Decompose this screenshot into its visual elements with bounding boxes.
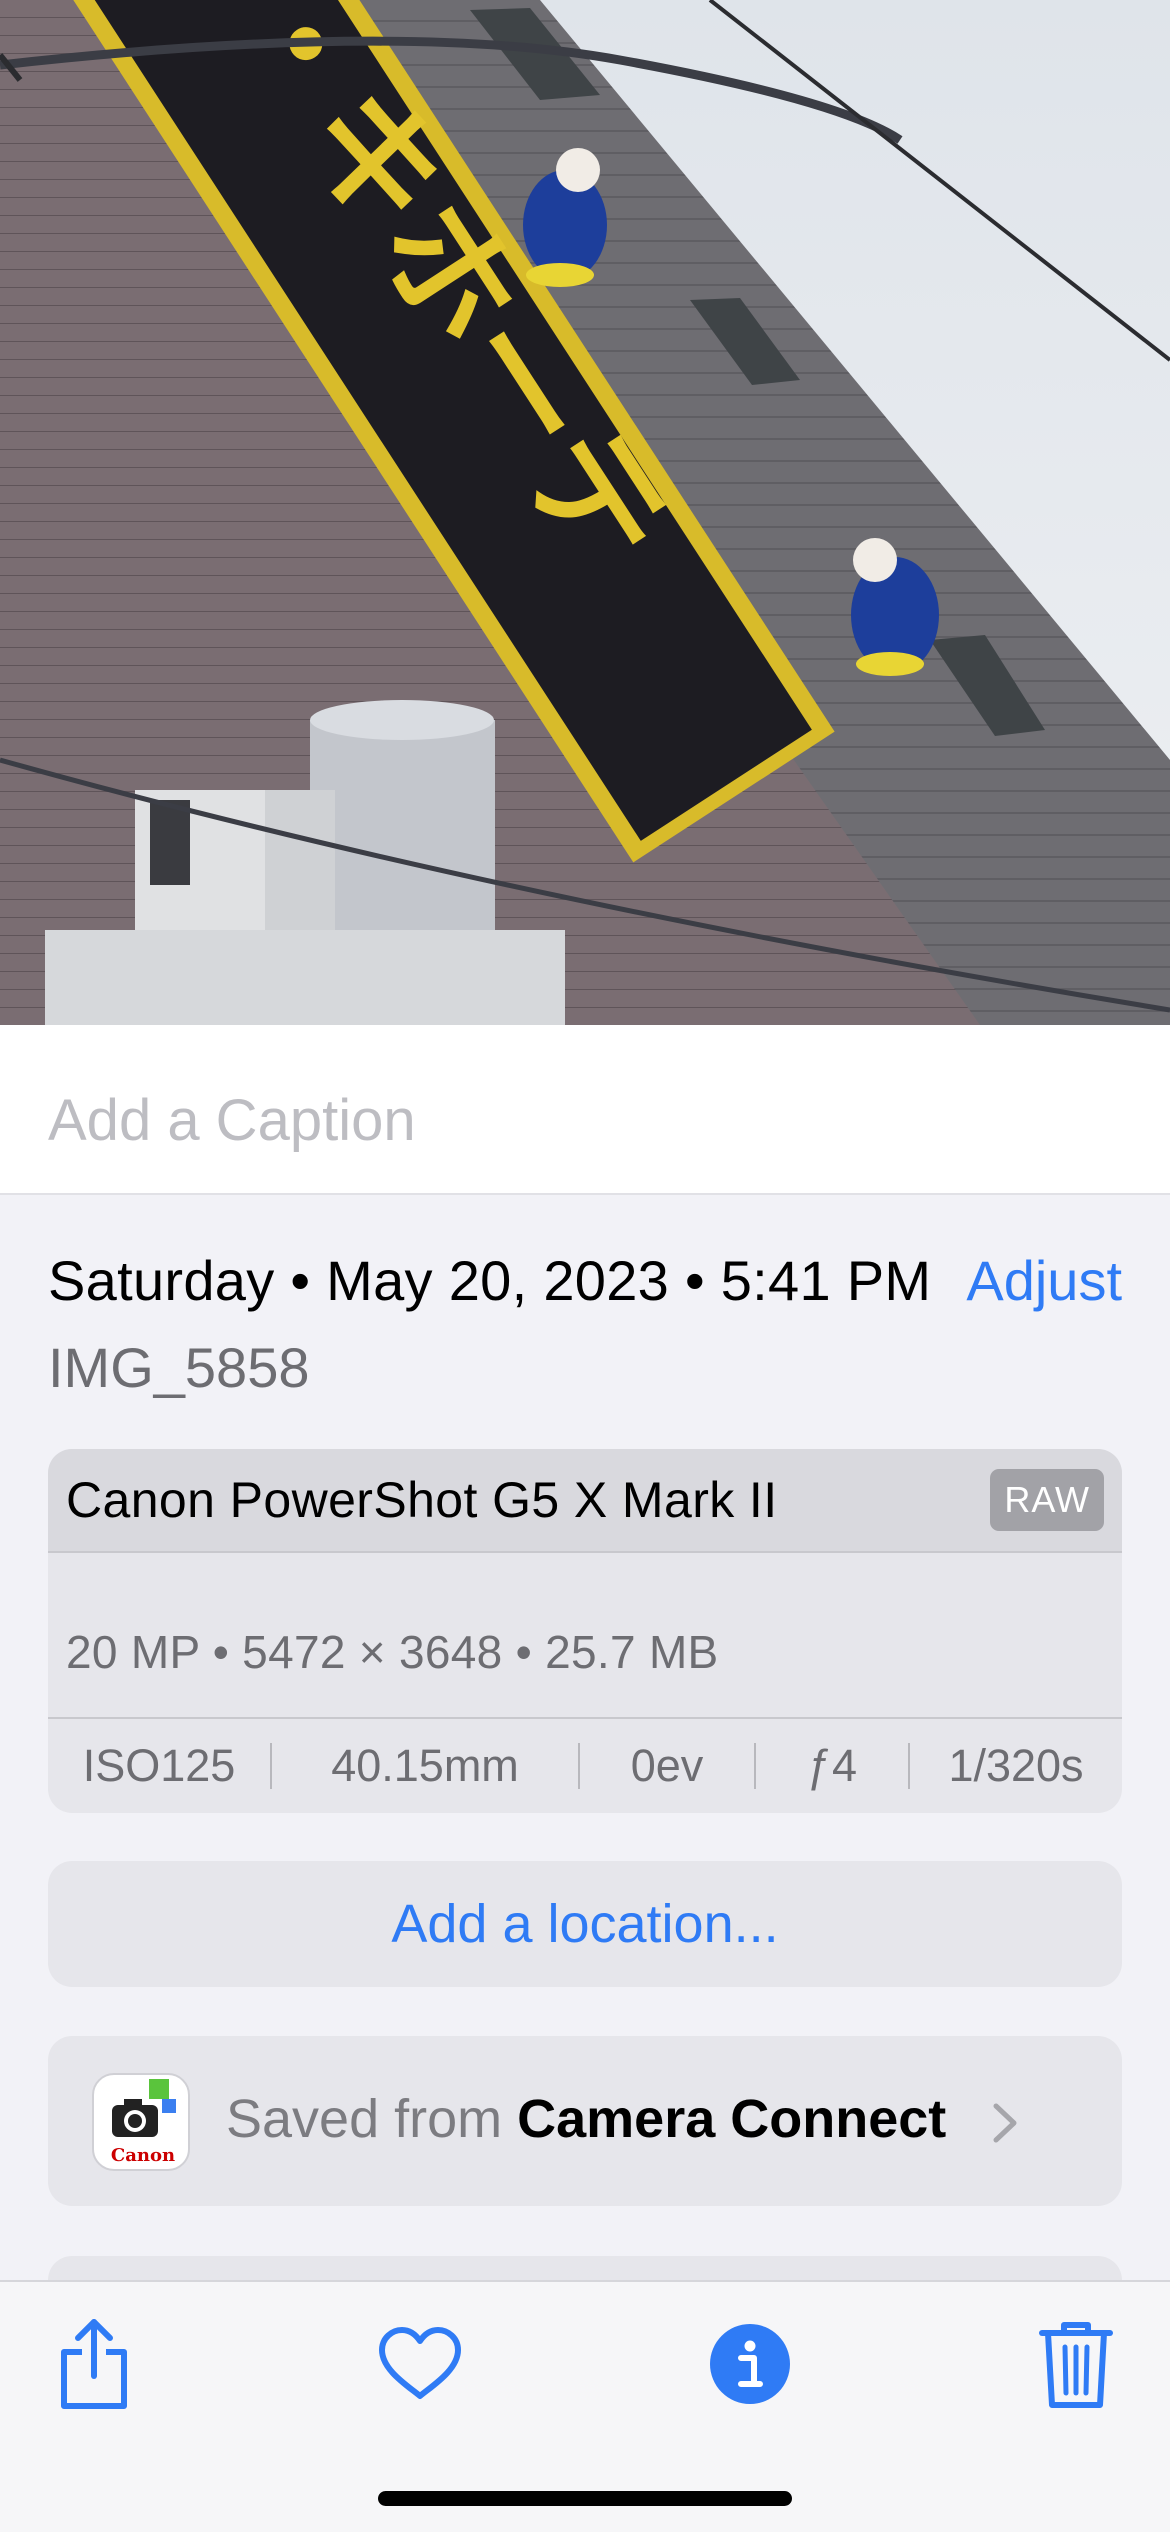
camera-info-card: Canon PowerShot G5 X Mark II RAW 20 MP •… — [48, 1449, 1122, 1813]
exif-exposure: 0ev — [630, 1740, 704, 1791]
exif-row: ISO125 40.15mm 0ev ƒ4 1/320s — [48, 1719, 1122, 1813]
caption-input[interactable] — [48, 1087, 1118, 1154]
exif-aperture: ƒ4 — [806, 1740, 858, 1791]
info-button[interactable] — [700, 2314, 800, 2414]
camera-model: Canon PowerShot G5 X Mark II — [66, 1472, 778, 1528]
home-indicator[interactable] — [378, 2491, 792, 2506]
share-button[interactable] — [44, 2314, 144, 2414]
raw-badge: RAW — [990, 1469, 1104, 1531]
date-row: Saturday • May 20, 2023 • 5:41 PM Adjust — [48, 1245, 1122, 1315]
saved-from-label: Saved from Camera Connect — [226, 2088, 946, 2150]
caption-area — [0, 1025, 1170, 1195]
chevron-right-icon — [993, 2103, 1017, 2143]
add-location-button[interactable]: Add a location... — [48, 1861, 1122, 1987]
trash-icon — [1039, 2322, 1113, 2408]
delete-button[interactable] — [1026, 2314, 1126, 2414]
exif-shutter: 1/320s — [948, 1740, 1084, 1791]
canon-logo-text: Canon — [111, 2145, 175, 2166]
photo-view[interactable]: ドン・キホーテ — [0, 0, 1170, 1025]
camera-connect-app-icon: Canon — [92, 2073, 190, 2171]
share-icon — [61, 2319, 127, 2409]
saved-from-app: Camera Connect — [517, 2089, 947, 2149]
date-time: Saturday • May 20, 2023 • 5:41 PM — [48, 1248, 932, 1312]
adjust-button[interactable]: Adjust — [966, 1248, 1122, 1313]
add-location-label: Add a location... — [391, 1894, 779, 1954]
file-name: IMG_5858 — [48, 1336, 310, 1399]
exif-focal-length: 40.15mm — [331, 1740, 519, 1791]
heart-icon — [379, 2327, 461, 2399]
photo-image: ドン・キホーテ — [0, 0, 1170, 1025]
camera-header: Canon PowerShot G5 X Mark II RAW — [48, 1449, 1122, 1553]
image-specs: 20 MP • 5472 × 3648 • 25.7 MB — [66, 1626, 719, 1678]
exif-iso: ISO125 — [82, 1740, 236, 1791]
saved-from-row[interactable]: Canon Saved from Camera Connect — [48, 2036, 1122, 2206]
favorite-button[interactable] — [370, 2314, 470, 2414]
saved-from-prefix: Saved from — [226, 2089, 518, 2149]
info-icon — [710, 2324, 790, 2404]
